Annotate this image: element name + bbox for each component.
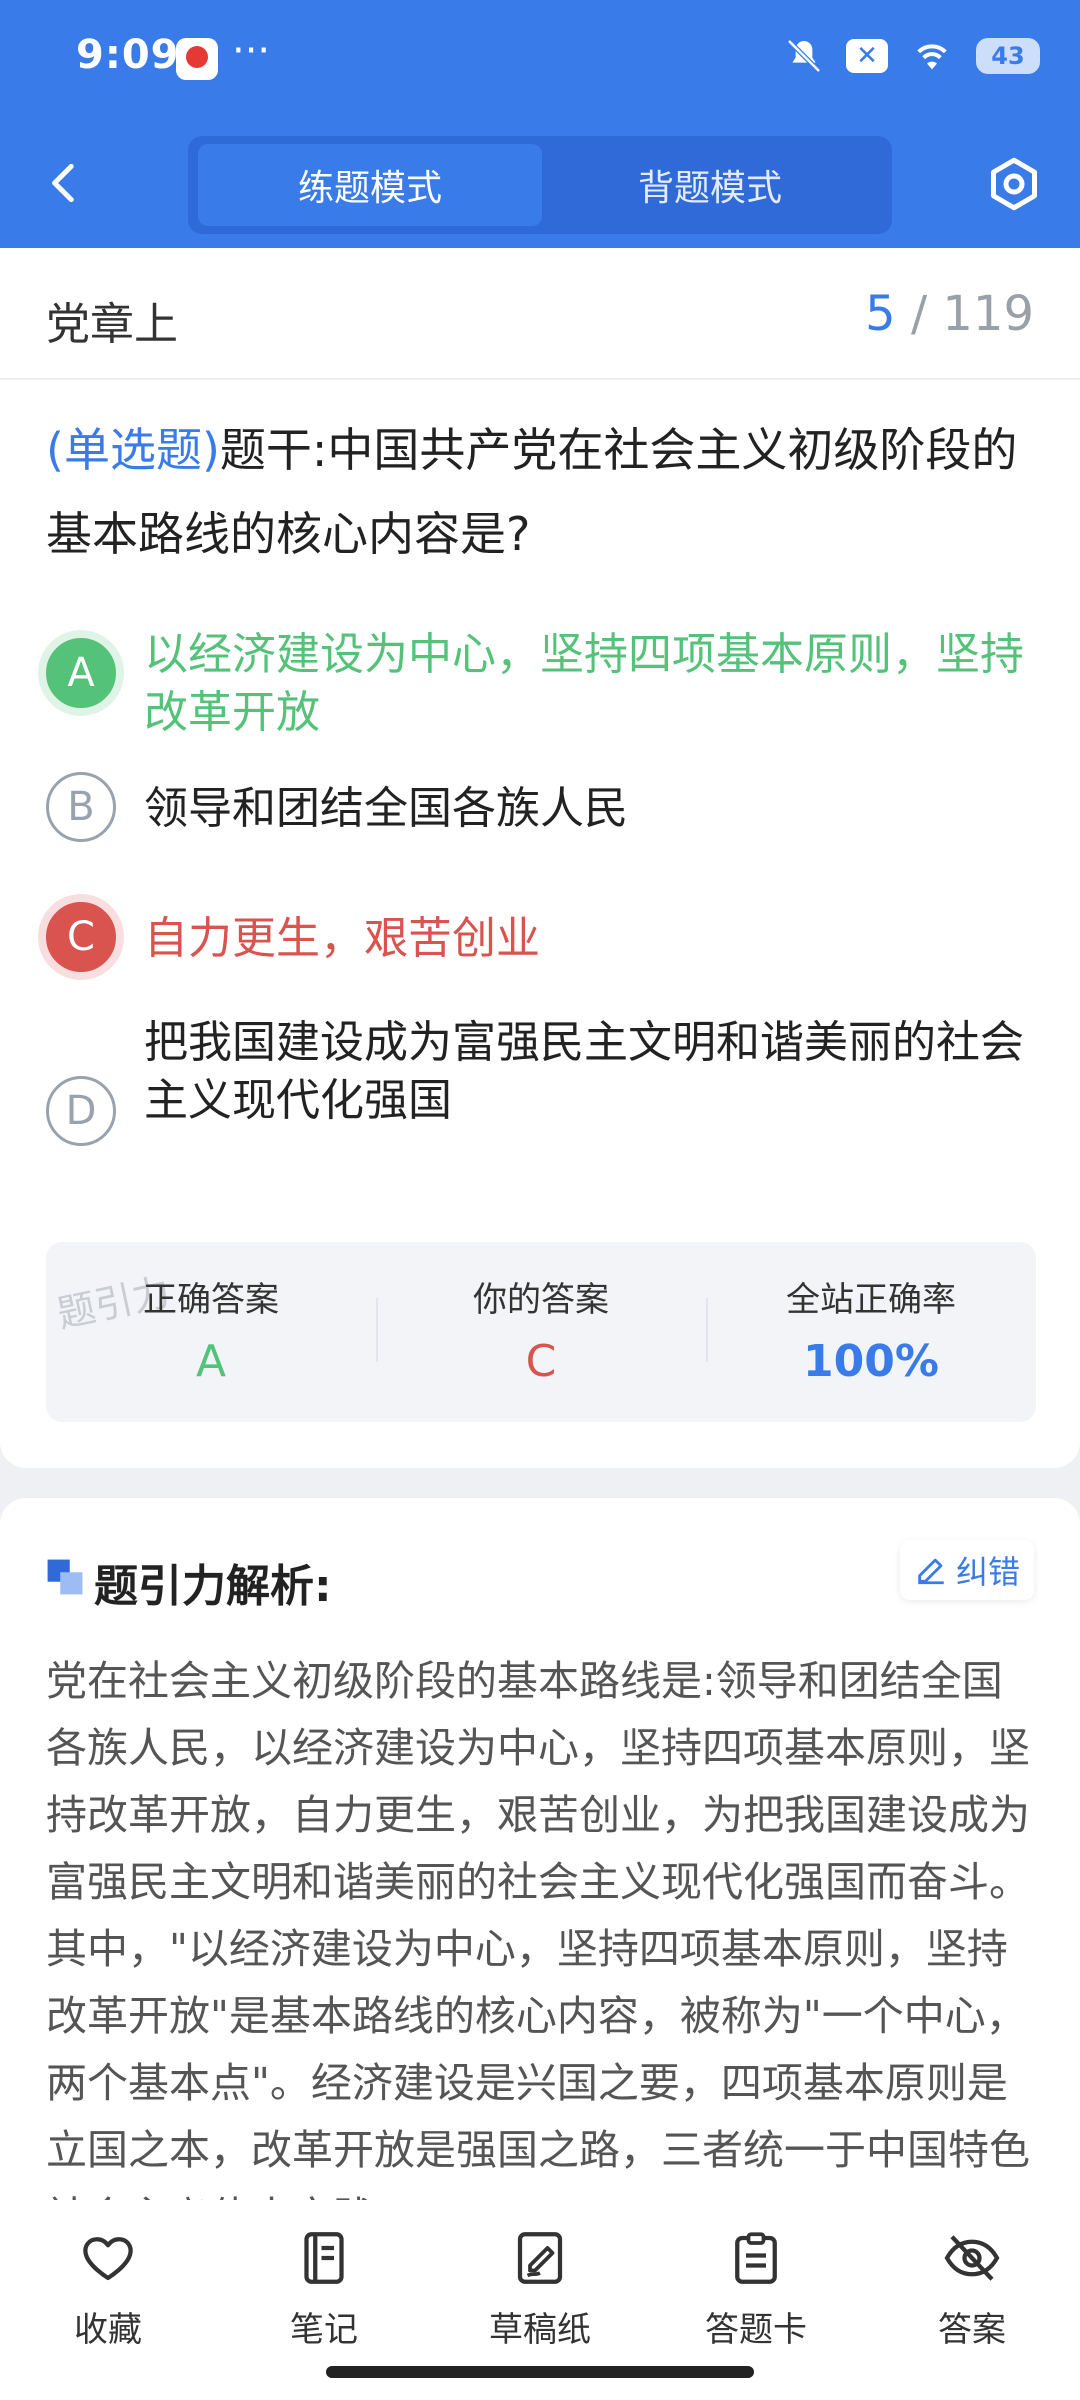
scratch-paper-button[interactable]: 草稿纸 xyxy=(450,2228,630,2351)
explanation-panel: 题引力解析: 纠错 党在社会主义初级阶段的基本路线是:领导和团结全国各族人民，以… xyxy=(0,1498,1080,2258)
heart-icon xyxy=(83,2237,133,2281)
show-answer-label: 答案 xyxy=(938,2310,1006,2350)
notebook-icon xyxy=(304,2232,344,2284)
question-card: 党章上 5 / 119 (单选题)题干:中国共产党在社会主义初级阶段的基本路线的… xyxy=(0,248,1080,1468)
your-answer-label: 你的答案 xyxy=(473,1280,609,1320)
explanation-title: 题引力解析: xyxy=(94,1561,332,1612)
scratch-paper-label: 草稿纸 xyxy=(489,2310,591,2350)
option-a-text: 以经济建设为中心，坚持四项基本原则，坚持改革开放 xyxy=(144,629,1024,738)
edit-icon xyxy=(918,1558,944,1585)
total-questions: / 119 xyxy=(910,286,1034,342)
option-c-marker: C xyxy=(46,902,116,972)
option-d-marker: D xyxy=(46,1076,116,1146)
answer-sheet-label: 答题卡 xyxy=(705,2310,807,2350)
more-notifications-icon: ··· xyxy=(232,28,271,74)
back-arrow-icon[interactable] xyxy=(40,158,90,208)
option-a-marker: A xyxy=(46,638,116,708)
question-progress: 5 / 119 xyxy=(865,286,1034,342)
status-icons: ✕ 43 xyxy=(784,36,1040,76)
option-c[interactable]: C 自力更生，艰苦创业 xyxy=(46,898,1036,972)
draft-icon xyxy=(517,2232,563,2284)
option-b-marker: B xyxy=(46,772,116,842)
stat-correct-answer: 正确答案 A xyxy=(46,1242,376,1422)
notes-label: 笔记 xyxy=(290,2310,358,2350)
answer-sheet-button[interactable]: 答题卡 xyxy=(666,2228,846,2351)
accuracy-value: 100% xyxy=(803,1336,939,1387)
mute-bell-icon xyxy=(787,39,821,73)
bottom-toolbar: 收藏 笔记 草稿纸 答题卡 答案 xyxy=(0,2200,1080,2400)
option-a[interactable]: A 以经济建设为中心，坚持四项基本原则，坚持改革开放 xyxy=(46,626,1036,738)
your-answer-value: C xyxy=(525,1336,557,1387)
option-b-text: 领导和团结全国各族人民 xyxy=(144,783,628,834)
stat-your-answer: 你的答案 C xyxy=(376,1242,706,1422)
option-d-text: 把我国建设成为富强民主文明和谐美丽的社会主义现代化强国 xyxy=(144,1017,1024,1126)
show-answer-button[interactable]: 答案 xyxy=(882,2228,1062,2351)
app-notification-icon xyxy=(176,38,218,80)
option-b[interactable]: B 领导和团结全国各族人民 xyxy=(46,772,1036,844)
clipboard-icon xyxy=(735,2232,777,2284)
chapter-header: 党章上 5 / 119 xyxy=(0,248,1080,380)
option-c-text: 自力更生，艰苦创业 xyxy=(144,913,540,964)
question-type: (单选题) xyxy=(46,423,220,477)
tab-practice-mode[interactable]: 练题模式 xyxy=(198,144,542,226)
stat-accuracy: 全站正确率 100% xyxy=(706,1242,1036,1422)
report-error-button[interactable]: 纠错 xyxy=(899,1540,1034,1600)
tab-memorize-mode[interactable]: 背题模式 xyxy=(538,144,882,226)
top-header: 9:09 ··· ✕ 43 练题模式 背题模式 xyxy=(0,0,1080,248)
battery-icon: 43 xyxy=(976,38,1040,74)
favorite-label: 收藏 xyxy=(74,2310,142,2350)
explanation-text: 党在社会主义初级阶段的基本路线是:领导和团结全国各族人民，以经济建设为中心，坚持… xyxy=(46,1657,1030,2241)
wifi-icon xyxy=(917,44,947,70)
settings-icon[interactable] xyxy=(984,154,1044,214)
status-bar: 9:09 ··· ✕ 43 xyxy=(0,0,1080,118)
correct-answer-value: A xyxy=(195,1336,227,1387)
notes-button[interactable]: 笔记 xyxy=(234,2228,414,2351)
mode-switch: 练题模式 背题模式 xyxy=(188,136,892,234)
option-d[interactable]: D 把我国建设成为富强民主文明和谐美丽的社会主义现代化强国 xyxy=(46,1017,1036,1180)
favorite-button[interactable]: 收藏 xyxy=(18,2228,198,2351)
question-stem: (单选题)题干:中国共产党在社会主义初级阶段的基本路线的核心内容是? xyxy=(46,408,1036,576)
eye-off-icon xyxy=(944,2235,1000,2281)
answer-stats: 题引力 正确答案 A 你的答案 C 全站正确率 100% xyxy=(46,1242,1036,1422)
chapter-title: 党章上 xyxy=(46,299,178,350)
analysis-icon xyxy=(47,1559,83,1595)
accuracy-label: 全站正确率 xyxy=(786,1280,956,1320)
x-app-icon: ✕ xyxy=(846,39,888,73)
current-question-number: 5 xyxy=(865,286,896,342)
correct-answer-label: 正确答案 xyxy=(143,1280,279,1320)
report-error-label: 纠错 xyxy=(955,1553,1020,1591)
home-indicator[interactable] xyxy=(326,2366,754,2378)
nav-bar: 练题模式 背题模式 xyxy=(0,118,1080,248)
status-time: 9:09 xyxy=(76,32,180,78)
